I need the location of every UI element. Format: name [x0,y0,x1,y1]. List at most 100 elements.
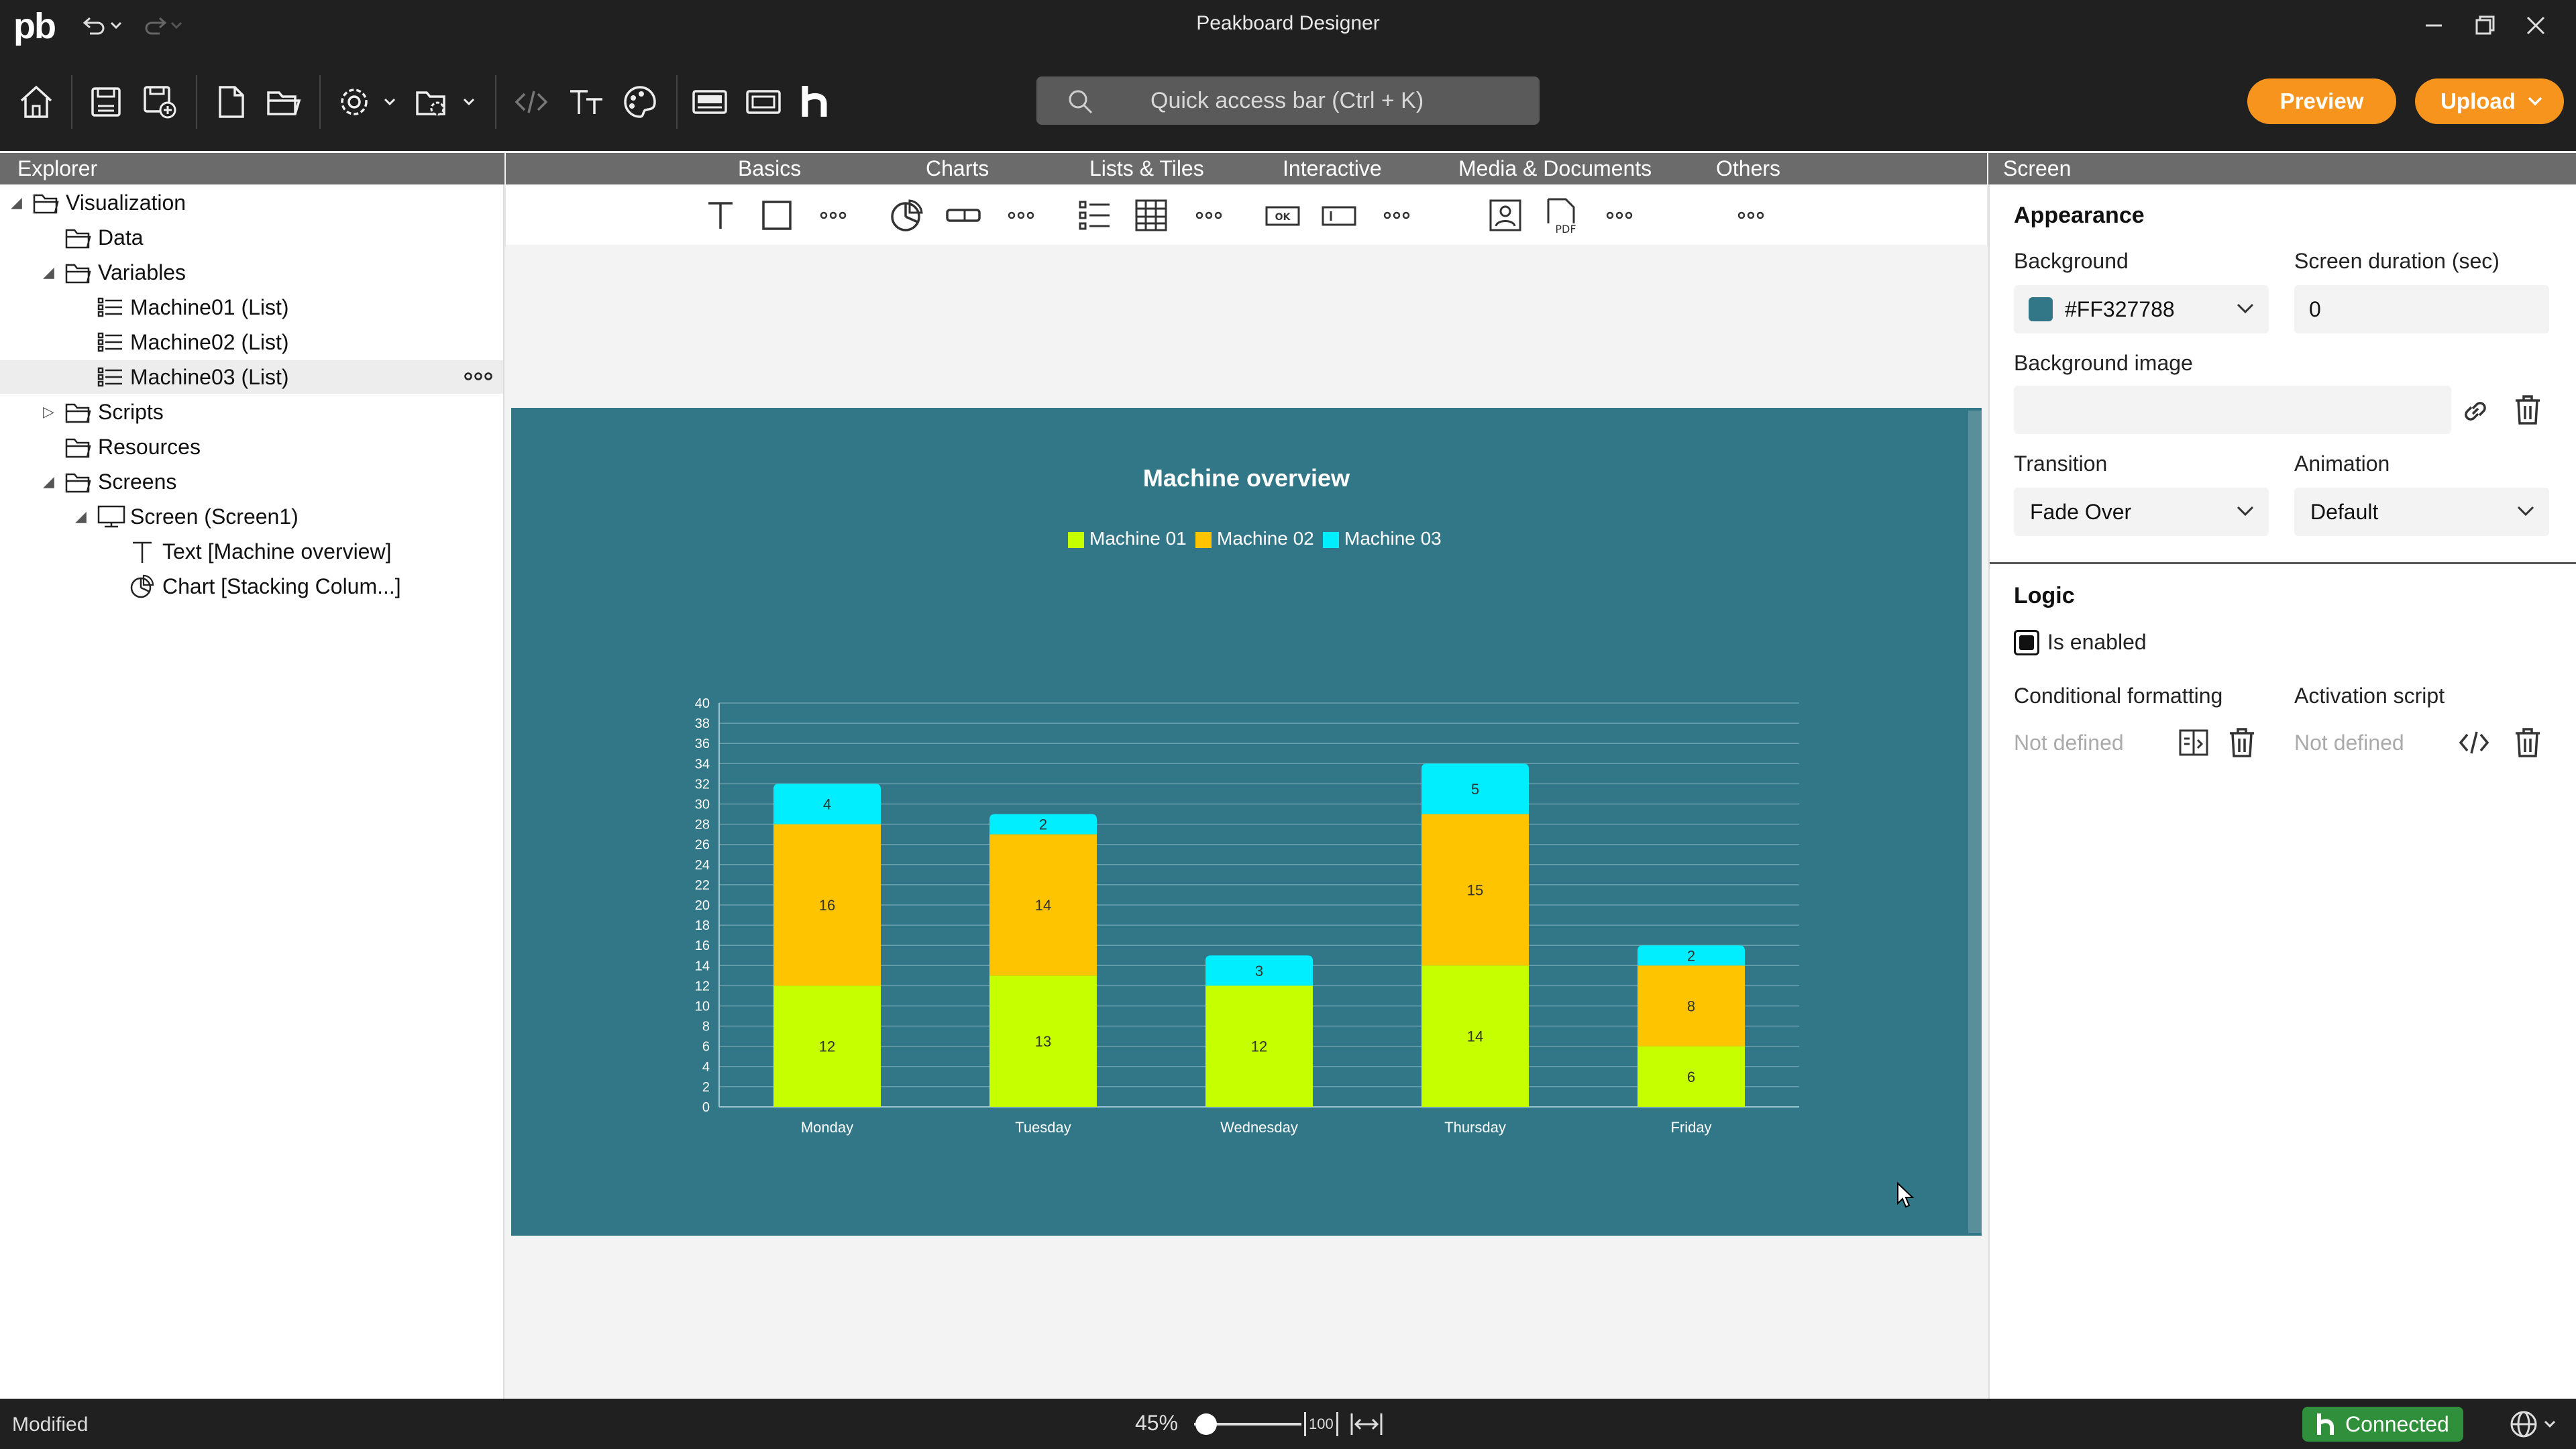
more-options-icon[interactable] [463,368,494,384]
activation-script-value: Not defined [2294,731,2404,755]
preview-button[interactable]: Preview [2247,78,2396,124]
background-color-picker[interactable]: #FF327788 [2014,285,2269,333]
tree-item[interactable]: Text [Machine overview] [0,535,503,568]
data-label: 13 [1035,1033,1051,1050]
screen-scrollbar[interactable] [1968,411,1982,1233]
tree-item[interactable]: Machine01 (List) [0,290,503,324]
more-dots-icon[interactable] [814,197,852,234]
progress-bar-component-icon[interactable] [945,197,982,234]
zoom-100-button[interactable]: 100 [1304,1412,1338,1436]
more-dots-icon[interactable] [1378,197,1415,234]
more-dots-icon[interactable] [1732,197,1770,234]
tree-item[interactable]: Resources [0,430,503,464]
collapse-arrow-icon[interactable]: ◢ [11,186,22,219]
stacked-column-chart[interactable]: 0246810121416182022242628303234363840121… [511,408,1982,1236]
minimize-icon[interactable] [2422,13,2446,38]
peakboard-box-icon[interactable] [691,83,729,121]
appearance-title: Appearance [2014,203,2145,228]
folder-icon [64,260,91,285]
palette-icon[interactable] [621,83,659,121]
table-component-icon[interactable] [1132,197,1170,234]
background-image-input[interactable] [2014,386,2451,434]
project-settings-icon[interactable] [415,83,479,121]
code-icon[interactable] [513,83,550,121]
is-enabled-checkbox[interactable] [2014,630,2039,655]
x-tick-label: Monday [801,1119,853,1136]
image-component-icon[interactable] [1487,197,1524,234]
tree-item[interactable]: ◢ Variables [0,256,503,289]
tab-lists-tiles[interactable]: Lists & Tiles [1089,153,1204,184]
more-dots-icon[interactable] [1002,197,1040,234]
shape-component-icon[interactable] [758,197,796,234]
font-icon[interactable] [568,83,605,121]
pdf-component-icon[interactable]: PDF [1543,197,1580,234]
tree-item-label: Resources [98,435,201,459]
close-icon[interactable] [2524,13,2548,38]
tree-item[interactable]: Machine02 (List) [0,325,503,359]
undo-icon[interactable] [80,15,127,36]
y-tick-label: 34 [695,757,710,771]
tab-media-documents[interactable]: Media & Documents [1458,153,1652,184]
restore-icon[interactable] [2473,13,2497,38]
screen-duration-label: Screen duration (sec) [2294,249,2500,273]
tree-item[interactable]: ◢ Screen (Screen1) [0,500,503,533]
zoom-slider[interactable] [1194,1412,1301,1436]
list-icon [97,329,123,355]
text-component-icon[interactable] [702,197,739,234]
globe-icon[interactable] [2509,1409,2563,1439]
link-icon[interactable] [2458,394,2493,429]
data-label: 2 [1687,947,1695,964]
trash-icon[interactable] [2510,392,2545,427]
pie-chart-component-icon[interactable] [888,197,926,234]
fit-width-icon[interactable] [1350,1412,1383,1436]
x-tick-label: Tuesday [1015,1119,1071,1136]
more-dots-icon[interactable] [1190,197,1228,234]
tree-item-label: Scripts [98,400,164,424]
tab-others[interactable]: Others [1716,153,1780,184]
edge-device-icon[interactable] [745,83,782,121]
home-icon[interactable] [17,83,55,121]
more-dots-icon[interactable] [1601,197,1638,234]
tree-item[interactable]: Machine03 (List) [0,360,503,394]
code-icon[interactable] [2457,725,2491,760]
trash-icon[interactable] [2510,725,2545,760]
connected-label: Connected [2345,1412,2449,1436]
animation-select[interactable]: Default [2294,488,2549,536]
tab-basics[interactable]: Basics [738,153,801,184]
settings-gear-icon[interactable] [335,83,400,121]
new-file-icon[interactable] [212,83,250,121]
tree-item[interactable]: ◢ Visualization [0,186,503,219]
y-tick-label: 22 [695,878,710,893]
collapse-arrow-icon[interactable]: ◢ [43,256,54,289]
conditional-formatting-label: Conditional formatting [2014,684,2223,708]
collapse-arrow-icon[interactable]: ◢ [43,465,54,498]
tab-interactive[interactable]: Interactive [1283,153,1382,184]
tree-item[interactable]: ▷ Scripts [0,395,503,429]
tree-item[interactable]: ◢ Screens [0,465,503,498]
screen-preview[interactable]: Machine overview Machine 01 Machine 02 Mac… [511,408,1982,1236]
tree-item[interactable]: Data [0,221,503,254]
upload-button[interactable]: Upload [2415,78,2564,124]
tab-charts[interactable]: Charts [926,153,989,184]
open-folder-icon[interactable] [264,83,302,121]
data-label: 2 [1039,816,1047,833]
button-component-icon[interactable]: OK [1264,197,1301,234]
trash-icon[interactable] [2224,725,2259,760]
redo-icon[interactable] [141,15,188,36]
tree-item-label: Chart [Stacking Colum...] [162,574,401,598]
tree-item-label: Visualization [66,191,186,215]
tree-item[interactable]: Chart [Stacking Colum...] [0,570,503,603]
textbox-component-icon[interactable] [1320,197,1358,234]
save-as-icon[interactable] [141,83,178,121]
expand-arrow-icon[interactable]: ▷ [43,395,54,429]
transition-select[interactable]: Fade Over [2014,488,2269,536]
conditional-format-edit-icon[interactable] [2176,725,2211,760]
screen-duration-input[interactable]: 0 [2294,285,2549,333]
save-icon[interactable] [87,83,125,121]
collapse-arrow-icon[interactable]: ◢ [75,500,87,533]
hub-icon[interactable] [798,83,836,121]
quick-access-search[interactable]: Quick access bar (Ctrl + K) [1036,76,1540,125]
list-component-icon[interactable] [1076,197,1114,234]
connection-status[interactable]: Connected [2302,1407,2463,1442]
background-color-value: #FF327788 [2065,297,2175,321]
